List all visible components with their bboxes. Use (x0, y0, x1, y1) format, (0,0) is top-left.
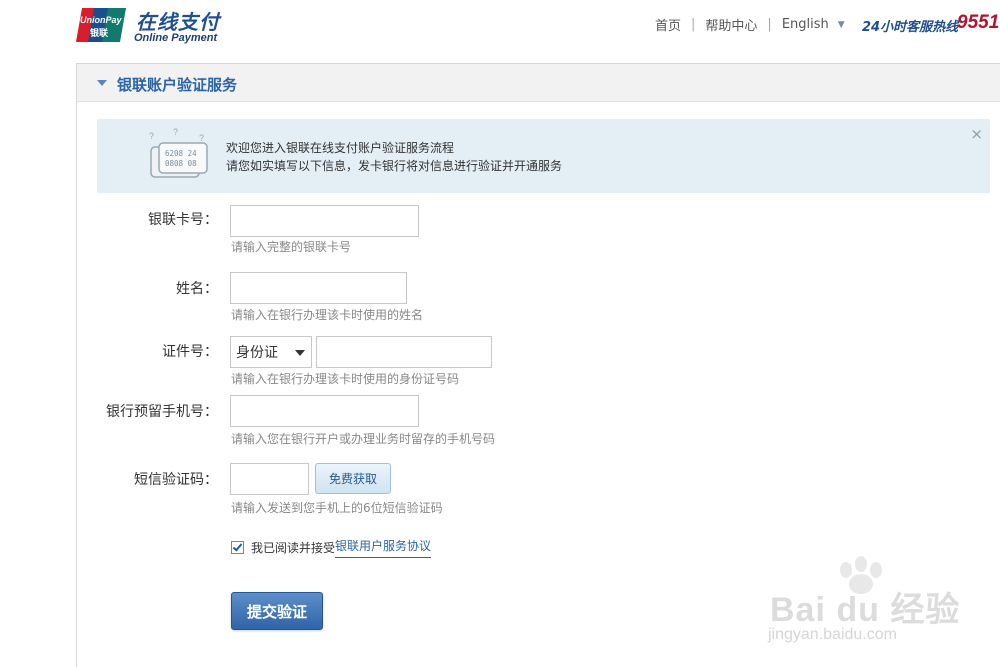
id-type-select[interactable]: 身份证 (230, 336, 312, 368)
phone-input[interactable] (230, 395, 419, 427)
get-sms-code-button[interactable]: 免费获取 (315, 463, 391, 494)
brand-title: 在线支付 (136, 10, 220, 34)
watermark-url: jingyan.baidu.com (768, 626, 897, 643)
unionpay-logo: UnionPay 银联 (76, 8, 126, 42)
notice-line-1: 欢迎您进入银联在线支付账户验证服务流程 (226, 141, 455, 155)
hotline-label: 24小时客服热线 (862, 20, 959, 35)
welcome-notice: ? ? ? 6208 24 0808 08 欢迎您进入银联在线支付账户验证服务流… (97, 119, 990, 193)
logo-top-text: UnionPay (80, 15, 123, 25)
card-number-label: 银联卡号： (148, 212, 218, 228)
sms-code-hint: 请输入发送到您手机上的6位短信验证码 (231, 501, 443, 515)
language-selector[interactable]: English ▼ (782, 17, 845, 32)
chevron-down-icon: ▼ (837, 19, 845, 30)
card-number-input[interactable] (230, 205, 419, 237)
nav-divider: | (767, 17, 772, 32)
agree-text: 我已阅读并接受 (251, 541, 336, 555)
collapse-triangle-icon (97, 80, 107, 86)
agree-checkbox[interactable] (231, 541, 244, 554)
svg-text:?: ? (199, 133, 204, 143)
name-label: 姓名： (176, 281, 218, 297)
phone-hint: 请输入您在银行开户或办理业务时留存的手机号码 (231, 432, 496, 446)
section-header[interactable]: 银联账户验证服务 (77, 64, 1000, 102)
agreement-row: 我已阅读并接受 银联用户服务协议 (231, 537, 432, 558)
hotline-number: 95516 (957, 12, 1000, 33)
notice-line-2: 请您如实填写以下信息，发卡银行将对信息进行验证并开通服务 (226, 159, 563, 173)
svg-text:?: ? (173, 127, 178, 137)
submit-button[interactable]: 提交验证 (231, 592, 323, 630)
nav-help-link[interactable]: 帮助中心 (705, 15, 757, 34)
agreement-link[interactable]: 银联用户服务协议 (335, 537, 432, 558)
watermark-text: Bai du 经验 (770, 591, 961, 629)
nav-divider: | (691, 17, 696, 32)
nav-home-link[interactable]: 首页 (655, 15, 681, 34)
brand-subtitle: Online Payment (134, 32, 218, 44)
sms-code-input[interactable] (230, 463, 309, 495)
card-number-hint: 请输入完整的银联卡号 (231, 240, 352, 254)
card-illustration-icon: ? ? ? 6208 24 0808 08 (149, 127, 208, 178)
svg-text:?: ? (149, 131, 154, 141)
name-input[interactable] (230, 272, 407, 304)
id-number-input[interactable] (316, 336, 492, 368)
id-label: 证件号： (162, 344, 218, 360)
logo-bottom-text: 银联 (90, 27, 109, 39)
sms-code-label: 短信验证码： (134, 472, 218, 488)
id-hint: 请输入在银行办理该卡时使用的身份证号码 (231, 372, 460, 386)
illus-number-2: 0808 08 (165, 159, 197, 168)
language-label: English (781, 17, 829, 32)
chevron-down-icon (295, 350, 305, 356)
id-type-value: 身份证 (236, 345, 278, 361)
name-hint: 请输入在银行办理该卡时使用的姓名 (231, 308, 424, 322)
top-nav: 首页 | 帮助中心 | English ▼ (655, 15, 845, 34)
section-title: 银联账户验证服务 (117, 76, 238, 94)
phone-label: 银行预留手机号： (106, 404, 218, 420)
close-icon[interactable]: × (970, 125, 983, 143)
checkmark-icon (232, 541, 243, 552)
illus-number-1: 6208 24 (165, 149, 197, 158)
